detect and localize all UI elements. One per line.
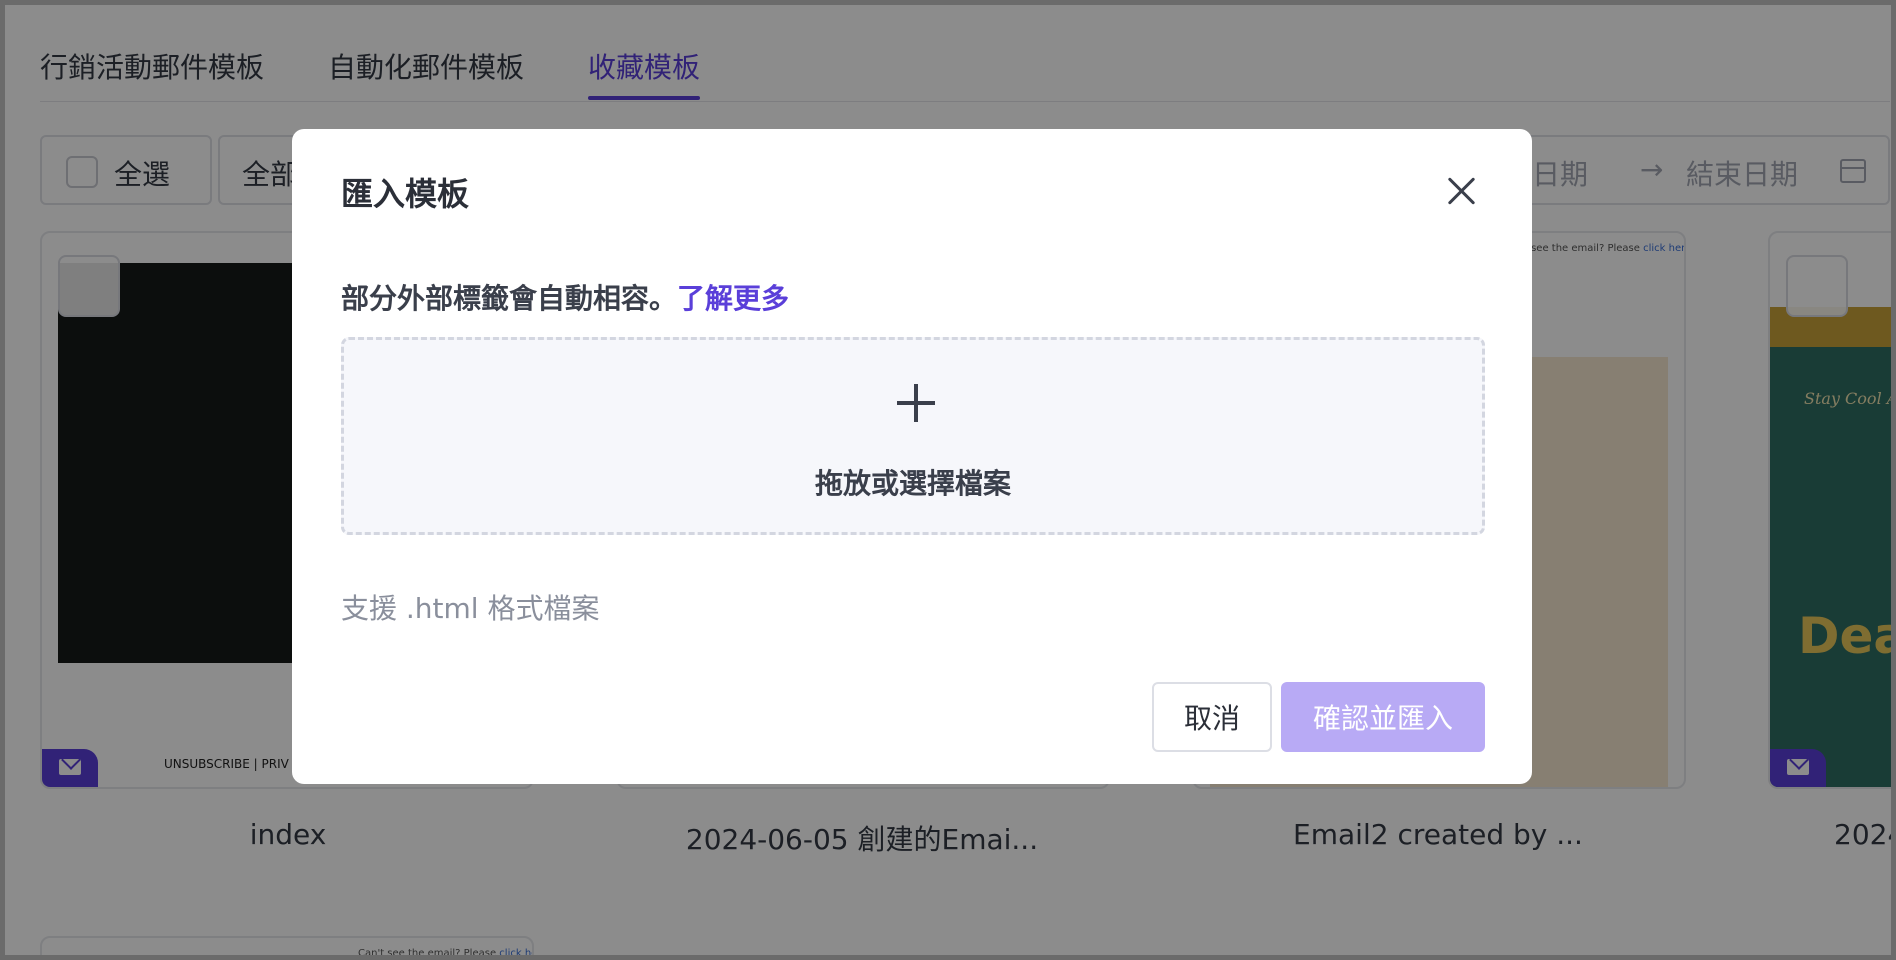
import-template-dialog: 匯入模板 部分外部標籤會自動相容。了解更多 拖放或選擇檔案 支援 .html 格… bbox=[292, 129, 1532, 784]
close-icon[interactable] bbox=[1442, 171, 1482, 211]
cancel-button[interactable]: 取消 bbox=[1152, 682, 1272, 752]
confirm-import-button[interactable]: 確認並匯入 bbox=[1281, 682, 1485, 752]
learn-more-link[interactable]: 了解更多 bbox=[677, 282, 789, 315]
dialog-title: 匯入模板 bbox=[341, 175, 470, 213]
supported-format-hint: 支援 .html 格式檔案 bbox=[341, 592, 600, 625]
plus-icon bbox=[897, 384, 935, 422]
compat-notice: 部分外部標籤會自動相容。了解更多 bbox=[341, 277, 789, 317]
file-dropzone[interactable]: 拖放或選擇檔案 bbox=[341, 337, 1485, 535]
compat-notice-text: 部分外部標籤會自動相容。 bbox=[341, 282, 678, 315]
dropzone-label: 拖放或選擇檔案 bbox=[814, 467, 1011, 500]
